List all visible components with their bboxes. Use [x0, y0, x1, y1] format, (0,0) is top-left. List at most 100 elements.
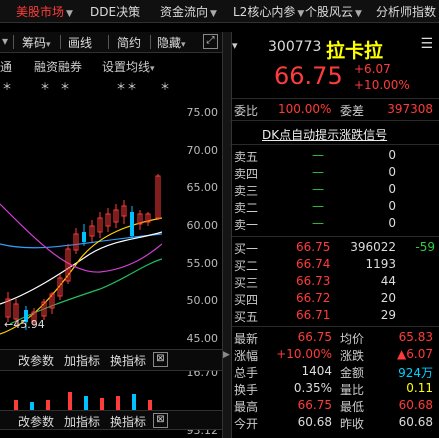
- stat-label: 昨收: [340, 417, 365, 431]
- sell-level-row[interactable]: 卖三 — 0: [230, 182, 439, 198]
- buy-level-row[interactable]: 买一 66.75 396022 -59: [230, 240, 439, 256]
- draw-line-button[interactable]: 画线: [68, 34, 92, 51]
- menu-us-market[interactable]: 美股市场 ▼: [16, 3, 73, 20]
- level-volume: 29: [380, 308, 396, 322]
- level-price: 66.74: [296, 257, 331, 271]
- dropdown-icon[interactable]: ▾: [232, 39, 238, 52]
- indicator-subbar: 通 融资融券 设置均线▾: [0, 58, 222, 74]
- divider: [230, 326, 439, 327]
- divider: [13, 35, 14, 49]
- level-label: 卖一: [234, 218, 259, 232]
- subbar-item[interactable]: 通: [0, 58, 12, 75]
- level-label: 买一: [234, 242, 259, 256]
- price-change: +6.07: [354, 62, 391, 76]
- level-price: 66.72: [296, 291, 331, 305]
- dk-signal-link[interactable]: DK点自动提示涨跌信号: [262, 126, 387, 143]
- menu-icon[interactable]: ☰: [420, 36, 433, 52]
- price-change-pct: +10.00%: [354, 78, 410, 92]
- level-price: 66.73: [296, 274, 331, 288]
- divider: [230, 144, 439, 145]
- stat-label: 涨幅: [234, 349, 259, 363]
- price-tick: 55.00: [186, 257, 219, 270]
- modify-params-button[interactable]: 改参数: [18, 413, 54, 430]
- add-indicator-button[interactable]: 加指标: [64, 413, 100, 430]
- swap-indicator-button[interactable]: 换指标: [110, 352, 146, 369]
- ma-line-white: [0, 231, 162, 305]
- sell-level-row[interactable]: 卖四 — 0: [230, 165, 439, 181]
- stat-label: 换手: [234, 383, 259, 397]
- level-label: 买三: [234, 276, 259, 290]
- buy-level-row[interactable]: 买三 66.73 44: [230, 274, 439, 290]
- stock-name: 拉卡拉: [326, 40, 384, 62]
- dropdown-icon[interactable]: ▾: [2, 34, 8, 48]
- buy-level-row[interactable]: 买二 66.74 1193: [230, 257, 439, 273]
- menu-label: L2核心内参: [233, 5, 296, 19]
- level-volume: 0: [388, 182, 396, 196]
- close-icon[interactable]: ⊠: [153, 352, 168, 367]
- level-label: 卖四: [234, 167, 259, 181]
- menu-dde[interactable]: DDE决策: [90, 3, 140, 20]
- price-tick: 45.00: [186, 332, 219, 345]
- menu-stock-news[interactable]: 个股风云 ▼: [305, 3, 362, 20]
- divider: [230, 98, 439, 99]
- level-volume: 0: [388, 165, 396, 179]
- buy-level-row[interactable]: 买四 66.72 20: [230, 291, 439, 307]
- stock-code: 300773: [268, 39, 322, 55]
- divider: [150, 35, 151, 49]
- stats-row: 涨幅 +10.00% 涨跌 ▲6.07: [230, 347, 439, 363]
- set-ma-button[interactable]: 设置均线▾: [102, 58, 155, 75]
- level-price: —: [312, 165, 324, 179]
- marker-icon: ＊＊: [116, 82, 138, 93]
- buy-level-row[interactable]: 买五 66.71 29: [230, 308, 439, 324]
- stats-row: 最新 66.75 均价 65.83: [230, 330, 439, 346]
- sell-level-row[interactable]: 卖一 — 0: [230, 216, 439, 232]
- level-volume: 44: [380, 274, 396, 288]
- expand-icon[interactable]: ⤢: [203, 34, 218, 49]
- level-volume: 0: [388, 148, 396, 162]
- menu-label: 资金流向: [160, 5, 209, 19]
- hide-button[interactable]: 隐藏▾: [157, 34, 186, 51]
- stat-value: 924万: [398, 366, 433, 380]
- stat-label: 量比: [340, 383, 365, 397]
- modify-params-button[interactable]: 改参数: [18, 352, 54, 369]
- margin-trading-button[interactable]: 融资融券: [34, 58, 82, 75]
- level-volume: 0: [388, 199, 396, 213]
- menu-fund-flow[interactable]: 资金流向 ▼: [160, 3, 217, 20]
- close-icon[interactable]: ⊠: [153, 413, 168, 428]
- add-indicator-button[interactable]: 加指标: [64, 352, 100, 369]
- level-price: —: [312, 182, 324, 196]
- chevron-down-icon: ▾: [150, 64, 155, 74]
- level-price: —: [312, 216, 324, 230]
- chevron-down-icon: ▼: [210, 9, 217, 19]
- current-price: 66.75: [274, 62, 343, 90]
- level-price: 66.71: [296, 308, 331, 322]
- level-volume: 396022: [350, 240, 396, 254]
- swap-indicator-button[interactable]: 换指标: [110, 413, 146, 430]
- indicator-toolbar: 改参数 加指标 换指标 ⊠: [0, 410, 222, 430]
- simple-button[interactable]: 简约: [117, 34, 141, 51]
- marker-icon: ＊: [2, 82, 13, 93]
- marker-icon: ＊: [60, 82, 71, 93]
- price-tick: 50.00: [186, 294, 219, 307]
- sell-level-row[interactable]: 卖五 — 0: [230, 148, 439, 164]
- ratio-label: 委比: [234, 104, 259, 118]
- chips-label: 筹码: [22, 36, 47, 50]
- chips-button[interactable]: 筹码▾: [22, 34, 51, 51]
- kline-chart[interactable]: [0, 94, 162, 344]
- level-price: —: [312, 199, 324, 213]
- menu-analyst[interactable]: 分析师指数: [376, 3, 436, 20]
- collapse-arrow-icon[interactable]: ▶: [223, 350, 230, 360]
- chevron-down-icon: ▼: [66, 9, 73, 19]
- ma-line-blue: [0, 233, 162, 249]
- stat-label: 总手: [234, 366, 259, 380]
- candles: [5, 174, 161, 330]
- marker-icon: ＊: [40, 82, 51, 93]
- price-axis: 75.00 70.00 65.00 60.00 55.00 50.00 45.0…: [160, 100, 222, 438]
- divider: [108, 35, 109, 49]
- stat-value: 60.68: [398, 398, 433, 412]
- stat-value: 60.68: [297, 415, 332, 429]
- stat-label: 金额: [340, 366, 365, 380]
- low-price-value: 45.94: [13, 318, 45, 331]
- sell-level-row[interactable]: 卖二 — 0: [230, 199, 439, 215]
- menu-l2[interactable]: L2核心内参 ▼: [233, 3, 304, 20]
